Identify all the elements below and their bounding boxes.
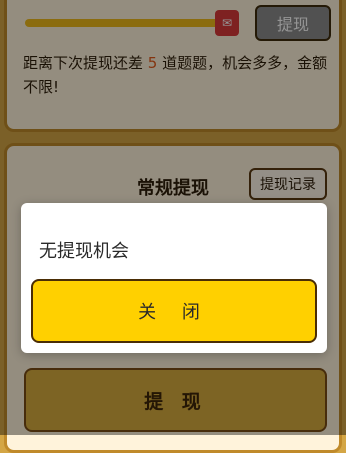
no-withdraw-dialog: 无提现机会 关 闭 xyxy=(21,203,327,353)
close-button[interactable]: 关 闭 xyxy=(31,279,317,343)
dialog-title: 无提现机会 xyxy=(39,241,129,262)
